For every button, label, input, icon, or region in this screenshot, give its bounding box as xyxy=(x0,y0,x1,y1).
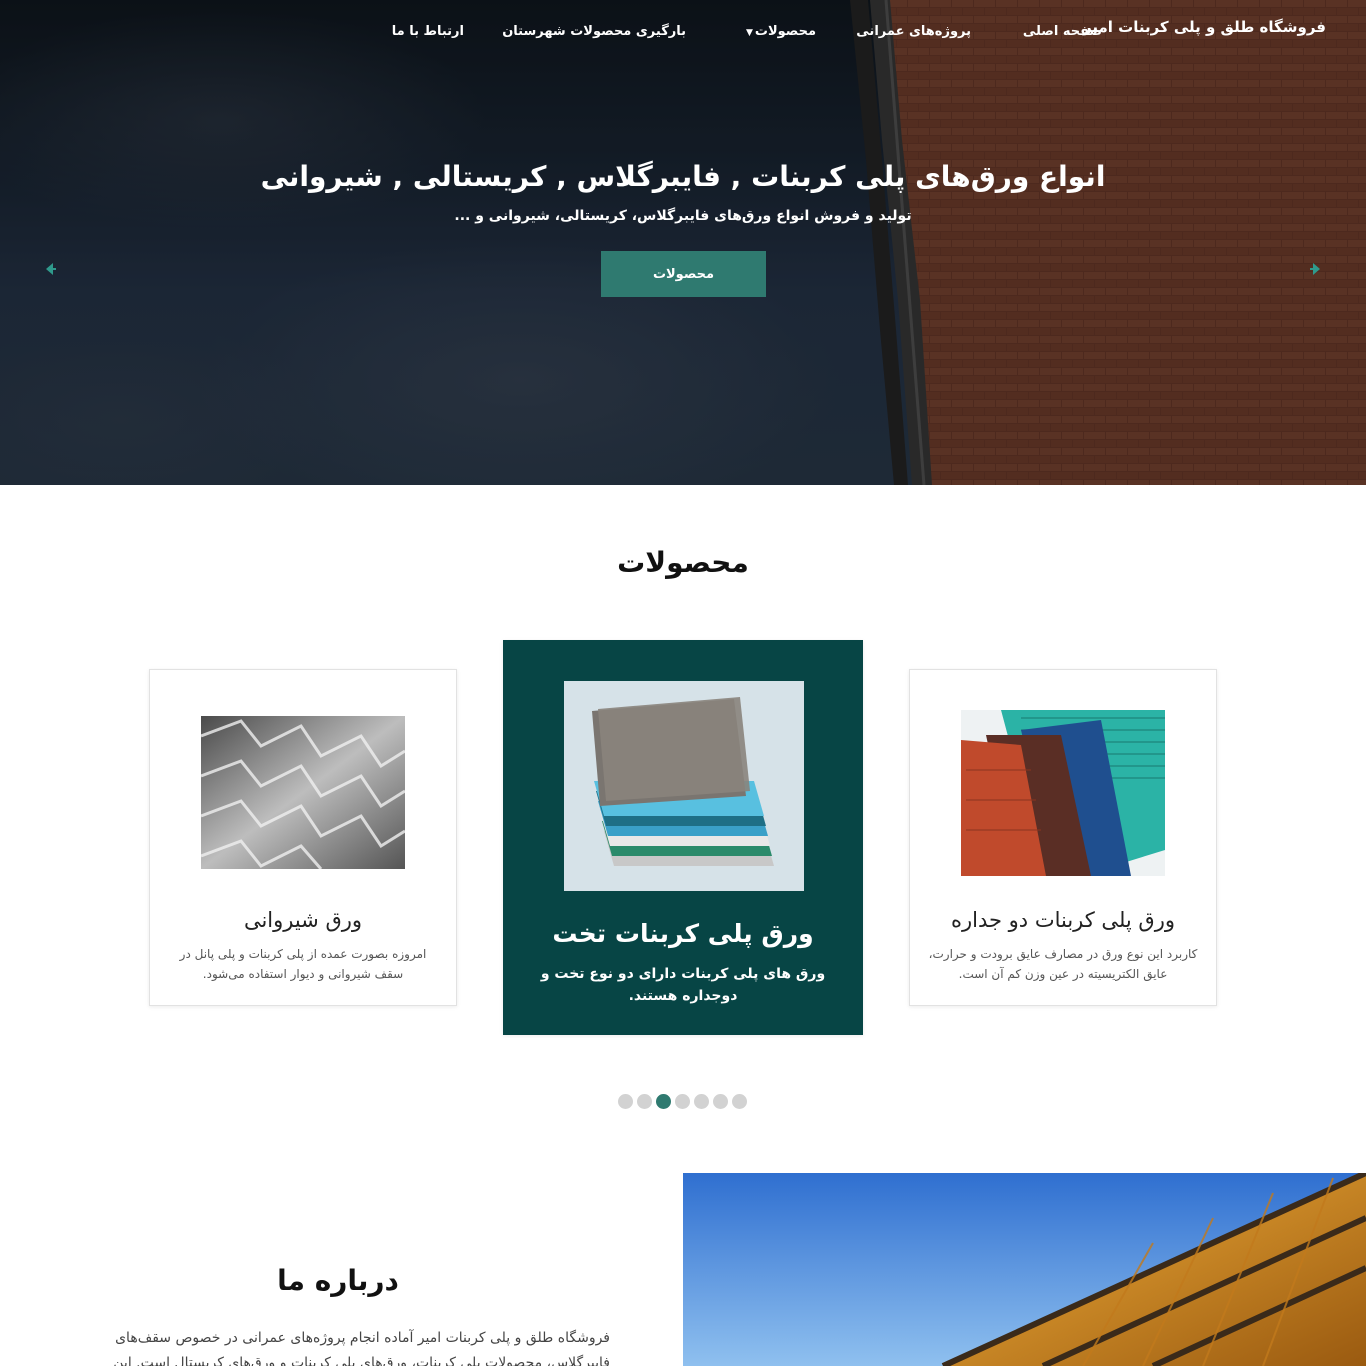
about-roof-image xyxy=(683,1173,1366,1366)
hero-overlay xyxy=(0,0,1366,485)
carousel-dot[interactable] xyxy=(618,1094,633,1109)
carousel-dot[interactable] xyxy=(656,1094,671,1109)
top-navbar: فروشگاه طلق و پلی کربنات امیر صفحه اصلی … xyxy=(0,0,1366,64)
product-card-title: ورق شیروانی xyxy=(243,908,363,932)
product-card-description: امروزه بصورت عمده از پلی کربنات و پلی پا… xyxy=(179,947,427,981)
carousel-dot[interactable] xyxy=(694,1094,709,1109)
carousel-dot[interactable] xyxy=(732,1094,747,1109)
nav-item-projects[interactable]: پروژه‌های عمرانی xyxy=(856,24,971,39)
about-section-title: درباره ما xyxy=(277,1264,399,1297)
double-wall-sheets-image xyxy=(961,710,1165,876)
product-card-corrugated[interactable]: ورق شیروانی امروزه بصورت عمده از پلی کرب… xyxy=(149,669,457,1006)
product-card-title: ورق پلی کربنات تخت xyxy=(552,919,814,948)
nav-item-city-shipping[interactable]: بارگیری محصولات شهرستان xyxy=(502,24,686,39)
hero-slider: فروشگاه طلق و پلی کربنات امیر صفحه اصلی … xyxy=(0,0,1366,485)
hero-subtitle: تولید و فروش انواع ورق‌های فایبرگلاس، کر… xyxy=(454,208,912,224)
products-section-title: محصولات xyxy=(617,546,749,579)
product-card-double-wall[interactable]: ورق پلی کربنات دو جداره کاربرد این نوع و… xyxy=(909,669,1217,1006)
carousel-dot[interactable] xyxy=(713,1094,728,1109)
caret-down-icon: ▼ xyxy=(745,28,753,38)
nav-item-home[interactable]: صفحه اصلی xyxy=(1023,24,1102,39)
nav-item-products[interactable]: محصولات▼ xyxy=(746,24,816,39)
corrugated-sheets-image xyxy=(201,716,405,869)
arrow-left-icon[interactable] xyxy=(40,259,60,279)
product-card-description: ورق های پلی کربنات دارای دو نوع تخت و دو… xyxy=(540,966,826,1004)
carousel-dot[interactable] xyxy=(637,1094,652,1109)
product-card-flat[interactable]: ورق پلی کربنات تخت ورق های پلی کربنات دا… xyxy=(503,640,863,1035)
arrow-right-icon[interactable] xyxy=(1306,259,1326,279)
product-card-title: ورق پلی کربنات دو جداره xyxy=(951,908,1175,932)
nav-item-contact[interactable]: ارتباط با ما xyxy=(392,24,464,39)
product-card-description: کاربرد این نوع ورق در مصارف عایق برودت و… xyxy=(928,947,1198,981)
about-text: فروشگاه طلق و پلی کربنات امیر آماده انجا… xyxy=(113,1330,610,1366)
nav-item-products-label: محصولات xyxy=(754,24,816,39)
flat-sheets-image xyxy=(564,681,804,891)
carousel-pagination xyxy=(618,1094,747,1110)
carousel-dot[interactable] xyxy=(675,1094,690,1109)
hero-title: انواع ورق‌های پلی کربنات , فایبرگلاس , ک… xyxy=(260,160,1106,193)
site-brand[interactable]: فروشگاه طلق و پلی کربنات امیر xyxy=(1083,18,1326,36)
hero-products-button[interactable]: محصولات xyxy=(601,251,766,297)
